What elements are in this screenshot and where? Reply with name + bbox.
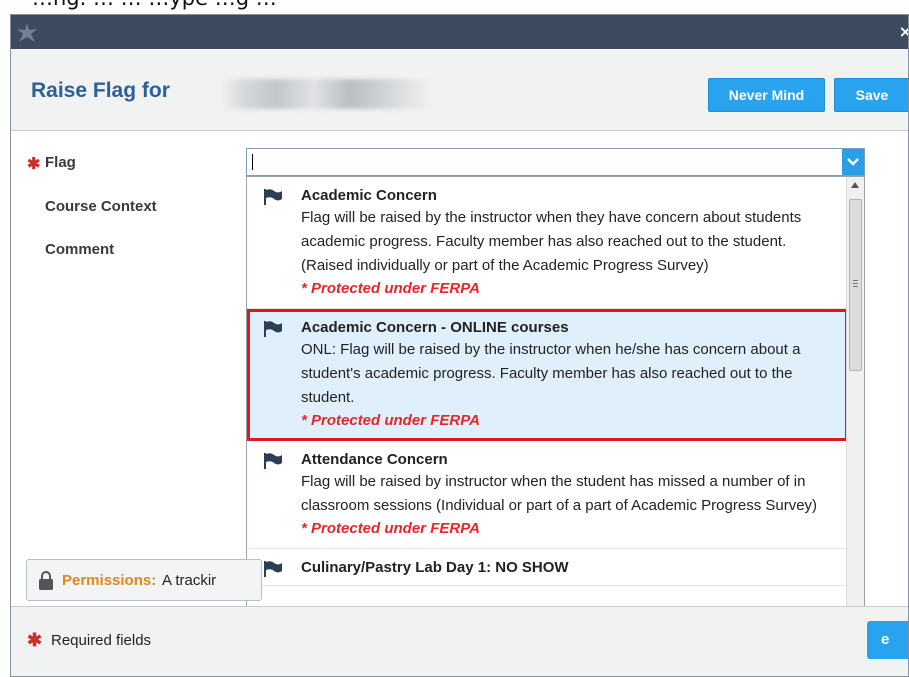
required-star-icon: ✱ (27, 156, 41, 173)
course-context-label: Course Context (45, 198, 157, 215)
flag-label: Flag (45, 154, 76, 171)
background-caption-text: …ng. … … …ype …g … (32, 0, 277, 10)
lock-icon (39, 571, 53, 590)
dialog-titlebar: × (11, 15, 908, 49)
permissions-notice: Permissions: A trackir (26, 559, 262, 601)
flag-option-academic-concern-online[interactable]: Academic Concern - ONLINE courses ONL: F… (247, 309, 848, 441)
flag-select-input[interactable] (246, 148, 865, 176)
ferpa-notice: * Protected under FERPA (301, 412, 480, 429)
text-cursor (252, 154, 253, 170)
permissions-label: Permissions: (62, 572, 157, 589)
scrollbar-thumb[interactable] (849, 199, 862, 371)
permissions-text: A trackir (162, 572, 217, 589)
flag-option-description: Flag will be raised by the instructor wh… (301, 209, 802, 274)
flag-dropdown-list: Academic Concern Flag will be raised by … (246, 176, 865, 676)
flag-options: Academic Concern Flag will be raised by … (247, 177, 848, 586)
redacted-student-name (217, 79, 431, 109)
dialog-header: Raise Flag for Never Mind Save (11, 49, 908, 131)
flag-icon (264, 189, 282, 205)
close-icon[interactable]: × (899, 22, 908, 41)
comment-label: Comment (45, 241, 115, 258)
dropdown-scrollbar[interactable] (846, 177, 864, 676)
raise-flag-dialog: × Raise Flag for Never Mind Save ✱ Flag … (10, 14, 909, 677)
flag-option-description: Flag will be raised by instructor when t… (301, 473, 818, 514)
never-mind-button[interactable]: Never Mind (708, 78, 825, 112)
flag-option-name: Culinary/Pastry Lab Day 1: NO SHOW (301, 559, 569, 576)
dropdown-toggle-button[interactable] (842, 149, 864, 175)
required-fields-note: Required fields (51, 632, 152, 649)
dialog-footer: ✱ Required fields e (11, 606, 908, 676)
flag-option-name: Attendance Concern (301, 451, 448, 468)
ferpa-notice: * Protected under FERPA (301, 280, 480, 297)
flag-option-attendance-concern[interactable]: Attendance Concern Flag will be raised b… (247, 441, 848, 549)
flag-option-name: Academic Concern - ONLINE courses (301, 319, 569, 336)
grip-icon (853, 280, 858, 289)
flag-option-academic-concern[interactable]: Academic Concern Flag will be raised by … (247, 177, 848, 309)
ferpa-notice: * Protected under FERPA (301, 520, 480, 537)
scroll-up-arrow-icon[interactable] (851, 182, 859, 188)
save-button[interactable]: Save (834, 78, 908, 112)
footer-save-button[interactable]: e (867, 621, 908, 659)
flag-option-name: Academic Concern (301, 187, 437, 204)
flag-icon (264, 561, 282, 577)
required-star-icon: ✱ (27, 630, 43, 650)
flag-icon (264, 453, 282, 469)
dialog-title: Raise Flag for (31, 79, 170, 102)
flag-option-description: ONL: Flag will be raised by the instruct… (301, 341, 801, 406)
starfish-logo-icon (17, 23, 37, 42)
flag-option-culinary-no-show[interactable]: Culinary/Pastry Lab Day 1: NO SHOW (247, 549, 848, 586)
chevron-down-icon (847, 158, 859, 166)
flag-icon (264, 321, 282, 337)
